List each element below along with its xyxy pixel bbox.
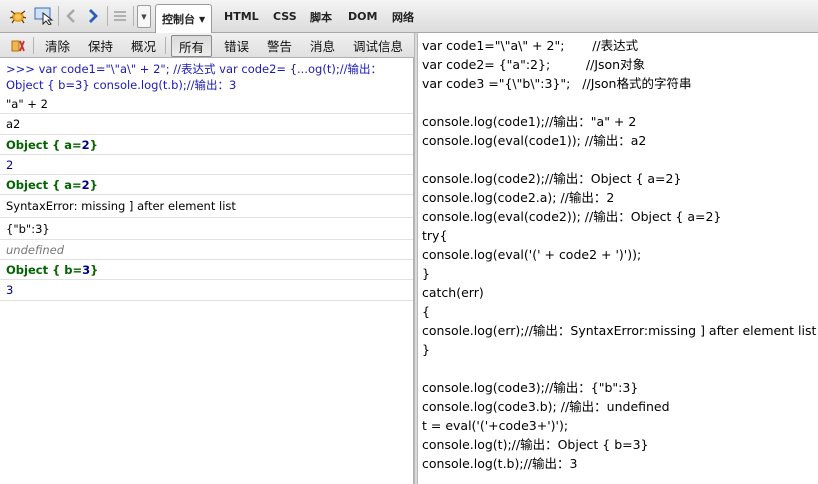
filter-all-button[interactable]: 所有 xyxy=(171,35,213,57)
log-row-3[interactable]: Object { a= 2 } xyxy=(0,135,413,155)
tab-console[interactable]: 控制台 ▼ xyxy=(155,4,213,33)
tab-css[interactable]: CSS xyxy=(273,0,297,33)
forward-icon[interactable] xyxy=(82,5,104,27)
devtools-tabbar: ▼ 控制台 ▼ HTML CSS 脚本 DOM 网络 xyxy=(0,0,818,33)
editor-line: console.log(err);//输出：SyntaxError:missin… xyxy=(422,323,817,338)
editor-line: try{ xyxy=(422,228,448,243)
editor-line: { xyxy=(422,304,430,319)
object-suffix: } xyxy=(89,137,98,152)
object-value: 2 xyxy=(81,177,90,192)
log-row-2: a2 xyxy=(0,114,413,135)
editor-line: console.log(eval('(' + code2 + ')')); xyxy=(422,247,642,262)
firebug-icon[interactable] xyxy=(7,5,29,27)
inspect-icon[interactable] xyxy=(33,5,55,27)
log-row-5[interactable]: Object { a= 2 } xyxy=(0,175,413,195)
log-row-8: undefined xyxy=(0,240,413,260)
console-command-echo[interactable]: >>> var code1="\"a\" + 2"; //表达式 var cod… xyxy=(6,61,410,93)
editor-line: var code1="\"a\" + 2"; //表达式 xyxy=(422,38,639,53)
object-suffix: } xyxy=(89,177,98,192)
tab-script[interactable]: 脚本 xyxy=(310,0,332,33)
object-suffix: } xyxy=(90,262,99,277)
filter-errors-button[interactable]: 错误 xyxy=(224,33,249,58)
editor-line: console.log(t.b);//输出：3 xyxy=(422,456,578,471)
object-prefix: Object { a= xyxy=(6,137,82,152)
console-output: >>> var code1="\"a\" + 2"; //表达式 var cod… xyxy=(0,58,414,484)
console-toolbar: 清除 保持 概况 所有 错误 警告 消息 调试信息 xyxy=(0,33,414,58)
tab-network[interactable]: 网络 xyxy=(392,0,414,33)
log-text: a2 xyxy=(6,117,21,131)
editor-line: t = eval('('+code3+')'); xyxy=(422,418,569,433)
object-value: 3 xyxy=(82,262,91,277)
object-prefix: Object { b= xyxy=(6,262,83,277)
back-icon[interactable] xyxy=(60,5,82,27)
tab-dom[interactable]: DOM xyxy=(348,0,377,33)
dropdown-icon[interactable]: ▼ xyxy=(137,5,151,28)
log-row-7: {"b":3} xyxy=(0,218,413,240)
persist-button[interactable]: 保持 xyxy=(88,33,113,58)
log-row-10: 3 xyxy=(0,280,413,301)
tab-html[interactable]: HTML xyxy=(224,0,259,33)
filter-info-button[interactable]: 消息 xyxy=(310,33,335,58)
command-editor[interactable]: var code1="\"a\" + 2"; //表达式 var code2= … xyxy=(418,33,818,484)
editor-line: var code3 ="{\"b\":3}"; //Json格式的字符串 xyxy=(422,76,692,91)
filter-debug-button[interactable]: 调试信息 xyxy=(353,33,403,58)
editor-line: var code2= {"a":2}; //Json对象 xyxy=(422,57,646,72)
clear-button[interactable]: 清除 xyxy=(45,33,70,58)
log-number: 2 xyxy=(6,157,14,172)
tab-console-label: 控制台 xyxy=(162,13,195,26)
object-value: 2 xyxy=(81,137,90,152)
editor-line: catch(err) xyxy=(422,285,484,300)
profile-button[interactable]: 概况 xyxy=(131,33,156,58)
editor-line: } xyxy=(422,266,430,281)
chevron-down-icon: ▼ xyxy=(199,14,206,24)
object-prefix: Object { a= xyxy=(6,177,82,192)
filter-warnings-button[interactable]: 警告 xyxy=(267,33,292,58)
log-row-6: SyntaxError: missing ] after element lis… xyxy=(0,195,413,218)
list-icon[interactable] xyxy=(109,5,131,27)
editor-line: console.log(code1);//输出："a" + 2 xyxy=(422,114,637,129)
log-number: 3 xyxy=(6,283,14,297)
editor-line: console.log(code3.b); //输出：undefined xyxy=(422,399,670,414)
log-row-9[interactable]: Object { b= 3 } xyxy=(0,260,413,280)
log-row-1: "a" + 2 xyxy=(0,94,413,114)
error-text: SyntaxError: missing ] after element lis… xyxy=(6,199,236,213)
editor-line: console.log(eval(code2)); //输出：Object { … xyxy=(422,209,722,224)
log-text: "a" + 2 xyxy=(6,96,48,111)
editor-line: console.log(code2);//输出：Object { a=2} xyxy=(422,171,682,186)
log-text: {"b":3} xyxy=(6,221,50,236)
clear-console-icon[interactable] xyxy=(10,33,26,58)
editor-line: console.log(code2.a); //输出：2 xyxy=(422,190,615,205)
undefined-text: undefined xyxy=(6,242,65,257)
editor-line: console.log(eval(code1)); //输出：a2 xyxy=(422,133,647,148)
editor-line: console.log(code3);//输出：{"b":3} xyxy=(422,380,639,395)
editor-line: console.log(t);//输出：Object { b=3} xyxy=(422,437,649,452)
log-row-4: 2 xyxy=(0,155,413,175)
editor-line: } xyxy=(422,342,430,357)
